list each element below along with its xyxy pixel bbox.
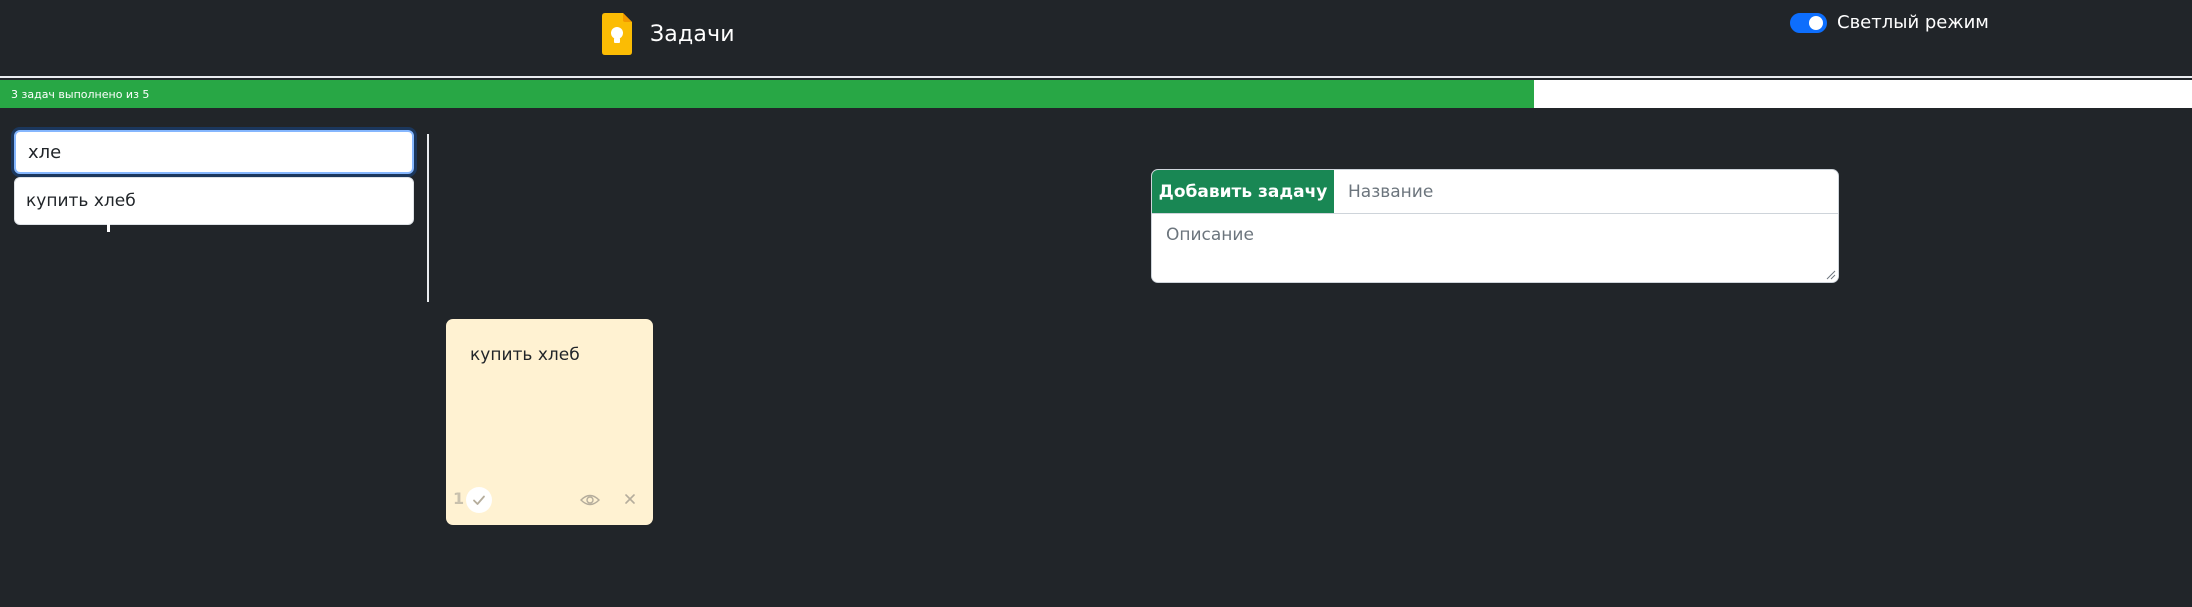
- add-task-row: Добавить задачу: [1152, 170, 1838, 214]
- add-task-form: Добавить задачу: [1151, 169, 1839, 283]
- app-title: Задачи: [650, 21, 735, 47]
- progress-text: 3 задач выполнено из 5: [11, 87, 150, 101]
- add-task-button[interactable]: Добавить задачу: [1152, 170, 1334, 213]
- task-title-input[interactable]: [1334, 170, 1838, 213]
- progress-fill: 3 задач выполнено из 5: [0, 80, 1535, 108]
- task-title: купить хлеб: [470, 345, 580, 365]
- task-description-input[interactable]: [1152, 214, 1838, 282]
- sidebar-divider: [427, 134, 429, 302]
- check-icon: [473, 495, 485, 505]
- stray-mark: [107, 224, 110, 232]
- search-suggestion-item[interactable]: купить хлеб: [26, 191, 136, 211]
- close-icon[interactable]: [622, 491, 638, 507]
- task-number: 1: [453, 489, 465, 508]
- brand: Задачи: [602, 12, 735, 56]
- theme-toggle[interactable]: Светлый режим: [1790, 12, 1989, 33]
- task-card[interactable]: купить хлеб 1: [446, 319, 653, 525]
- header: Задачи Светлый режим: [0, 0, 2192, 78]
- search-input[interactable]: [14, 130, 414, 174]
- eye-icon[interactable]: [580, 492, 600, 508]
- toggle-switch[interactable]: [1790, 12, 1827, 33]
- task-done-button[interactable]: [466, 487, 492, 513]
- resize-grip-icon[interactable]: [1824, 268, 1836, 280]
- theme-toggle-label: Светлый режим: [1837, 12, 1989, 33]
- toggle-knob: [1809, 15, 1823, 30]
- search-suggestions: купить хлеб: [14, 177, 414, 225]
- progress-bar: 3 задач выполнено из 5: [0, 80, 2192, 108]
- keep-bulb-icon: [602, 13, 632, 55]
